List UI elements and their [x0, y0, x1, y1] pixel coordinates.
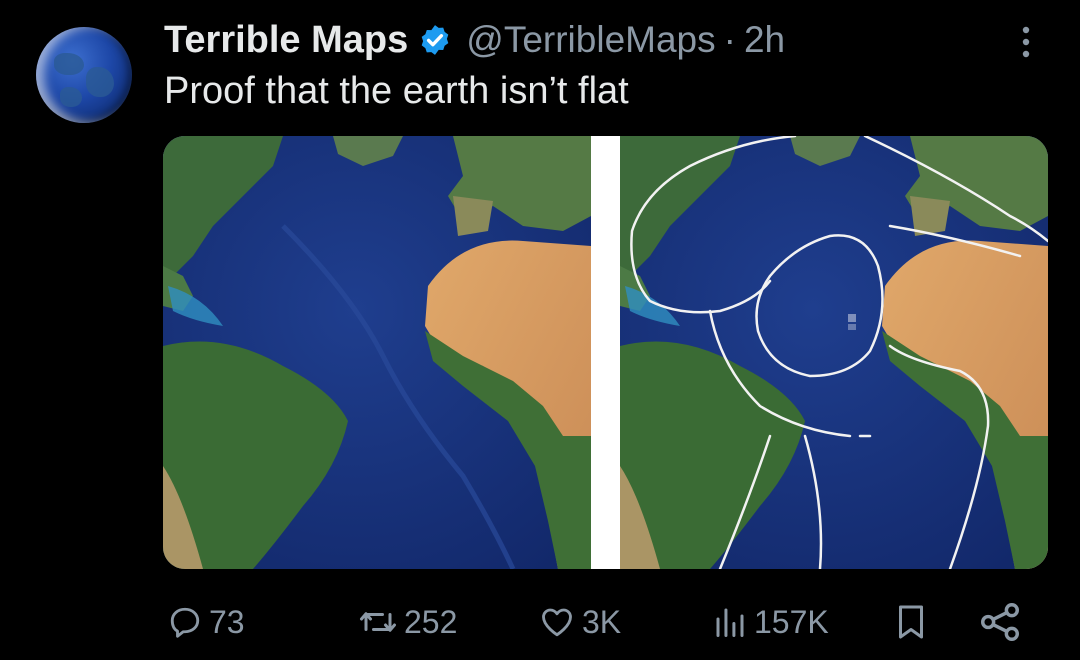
header-separator: · [723, 19, 736, 60]
post-time[interactable]: 2h [744, 19, 785, 61]
repost-button[interactable]: 252 [358, 592, 457, 652]
map-image-left[interactable] [163, 136, 591, 569]
avatar[interactable] [36, 27, 132, 123]
tweet-actions: 73 252 3K 157K [0, 592, 1080, 652]
verified-badge-icon[interactable] [418, 23, 452, 57]
reply-count: 73 [209, 603, 245, 640]
heart-icon [538, 604, 576, 640]
tweet-header: Terrible Maps @TerribleMaps · 2h [164, 16, 785, 64]
reply-icon [167, 604, 203, 640]
bookmark-icon [893, 602, 929, 642]
repost-count: 252 [404, 603, 458, 640]
tweet-media[interactable] [163, 136, 1048, 569]
view-count: 157K [754, 603, 829, 640]
display-name[interactable]: Terrible Maps [164, 19, 408, 62]
share-button[interactable] [978, 592, 1022, 652]
views-button[interactable]: 157K [712, 592, 829, 652]
views-icon [712, 604, 748, 640]
user-handle[interactable]: @TerribleMaps [466, 19, 715, 61]
repost-icon [358, 604, 398, 640]
like-count: 3K [582, 603, 622, 640]
share-icon [978, 602, 1022, 642]
map-image-right[interactable] [620, 136, 1048, 569]
tweet-text: Proof that the earth isn’t flat [164, 70, 629, 112]
reply-button[interactable]: 73 [167, 592, 245, 652]
more-vertical-icon[interactable] [1016, 24, 1036, 60]
like-button[interactable]: 3K [538, 592, 621, 652]
bookmark-button[interactable] [893, 592, 929, 652]
